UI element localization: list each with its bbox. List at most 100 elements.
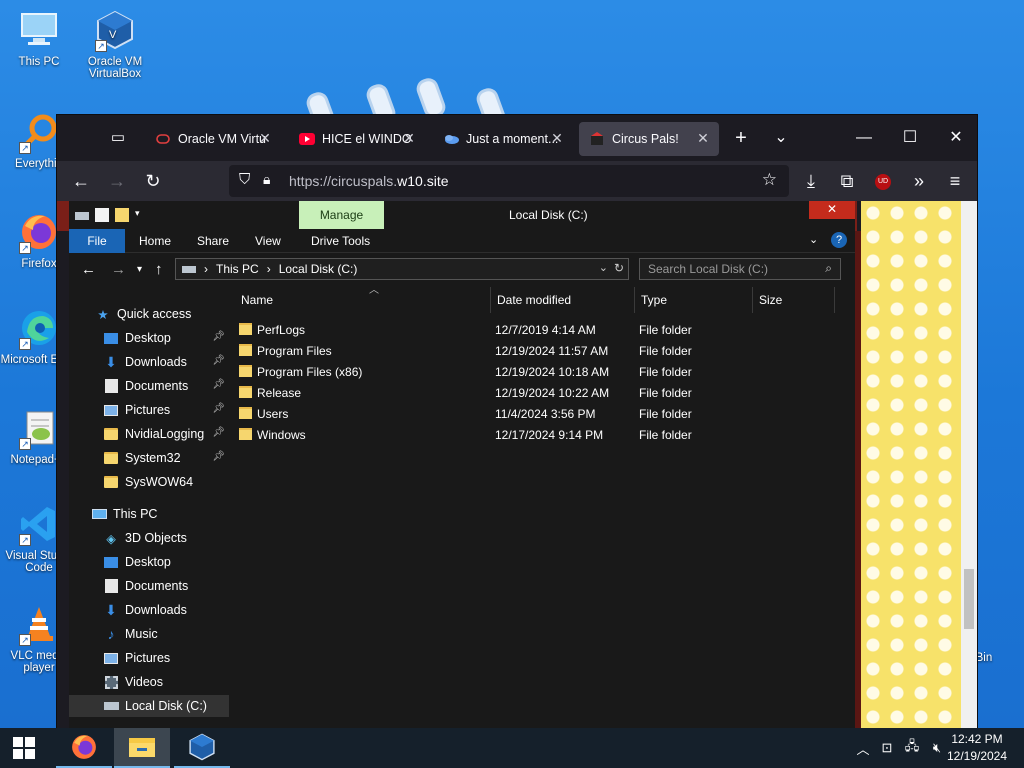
breadcrumb-this-pc[interactable]: This PC (216, 262, 259, 276)
ribbon-expand-icon[interactable]: ⌄ (809, 233, 818, 246)
forward-button[interactable]: → (103, 167, 131, 195)
breadcrumb-separator-icon[interactable]: › (267, 262, 271, 276)
breadcrumb-separator-icon[interactable]: › (204, 262, 208, 276)
ribbon-tab-file[interactable]: File (69, 229, 125, 253)
nav-item-3d-objects[interactable]: ◈ 3D Objects (69, 527, 229, 549)
tab-oracle-vm[interactable]: Oracle VM Virtu ✕ (145, 122, 281, 156)
nav-item-downloads[interactable]: ⬇ Downloads 📌︎ (69, 351, 229, 373)
svg-text:V: V (109, 29, 117, 41)
address-bar[interactable]: › This PC › Local Disk (C:) ⌄ ↻ (175, 258, 629, 280)
ribbon-tab-share[interactable]: Share (187, 229, 239, 253)
tab-close-icon[interactable]: ✕ (401, 130, 417, 146)
desktop-icon-this-pc[interactable]: This PC (0, 8, 78, 68)
taskbar-clock[interactable]: 12:42 PM 12/19/2024 (942, 731, 1012, 765)
maximize-button[interactable]: ☐ (887, 123, 933, 153)
new-tab-button[interactable]: + (727, 124, 755, 152)
extensions-button[interactable]: ⧉ (833, 167, 861, 195)
shortcut-arrow-icon: ↗ (19, 438, 31, 450)
ribbon-tab-drive-tools[interactable]: Drive Tools (301, 229, 380, 253)
url-bar[interactable]: ⛉ 🔒︎ https://circuspals.w10.site ☆ (229, 165, 789, 197)
page-scrollbar[interactable] (961, 201, 977, 729)
tray-security[interactable]: ⊡ (876, 728, 898, 768)
nav-item-documents[interactable]: Documents 📌︎ (69, 375, 229, 397)
column-header-date[interactable]: Date modified (491, 287, 635, 313)
file-row[interactable]: Windows 12/17/2024 9:14 PM File folder (235, 424, 835, 445)
ublock-button[interactable]: UD (869, 167, 897, 195)
close-window-button[interactable]: ✕ (933, 123, 979, 153)
taskbar-firefox[interactable] (56, 728, 112, 768)
show-hidden-icons-button[interactable]: ︿ (852, 728, 874, 768)
address-dropdown-icon[interactable]: ⌄ (599, 261, 608, 274)
recent-locations-icon[interactable]: ▾ (137, 264, 142, 275)
file-type: File folder (639, 365, 692, 379)
breadcrumb-local-disk[interactable]: Local Disk (C:) (279, 262, 358, 276)
minimize-button[interactable]: — (841, 123, 887, 153)
file-row[interactable]: Release 12/19/2024 10:22 AM File folder (235, 382, 835, 403)
more-tools-button[interactable]: » (905, 167, 933, 195)
explorer-forward-icon[interactable]: → (111, 261, 126, 278)
explorer-close-button[interactable]: ✕ (809, 201, 855, 219)
file-row[interactable]: Program Files 12/19/2024 11:57 AM File f… (235, 340, 835, 361)
taskbar-file-explorer[interactable] (114, 728, 170, 768)
tab-close-icon[interactable]: ✕ (257, 130, 273, 146)
nav-item-local-disk[interactable]: Local Disk (C:) (69, 695, 229, 717)
nav-item-system32[interactable]: System32 📌︎ (69, 447, 229, 469)
shield-icon[interactable]: ⛉ (239, 171, 250, 188)
nav-item-pc-desktop[interactable]: Desktop (69, 551, 229, 573)
manage-contextual-tab[interactable]: Manage (299, 201, 384, 229)
pictures-icon (103, 650, 119, 666)
desktop-icon-virtualbox[interactable]: V ↗ Oracle VM VirtualBox (76, 8, 154, 80)
url-text[interactable]: https://circuspals.w10.site (289, 173, 449, 189)
taskbar-virtualbox[interactable] (174, 728, 230, 768)
nav-item-pc-downloads[interactable]: ⬇ Downloads (69, 599, 229, 621)
column-header-name[interactable]: Name (235, 287, 491, 313)
folder-icon (103, 474, 119, 490)
qat-dropdown-icon[interactable]: ▾ (135, 208, 143, 222)
nav-item-nvidialogging[interactable]: NvidiaLogging 📌︎ (69, 423, 229, 445)
back-button[interactable]: ← (67, 167, 95, 195)
file-date: 12/19/2024 10:18 AM (495, 365, 610, 379)
file-row[interactable]: PerfLogs 12/7/2019 4:14 AM File folder (235, 319, 835, 340)
nav-item-music[interactable]: ♪ Music (69, 623, 229, 645)
column-header-type[interactable]: Type (635, 287, 753, 313)
nav-quick-access[interactable]: ★ Quick access (69, 303, 229, 325)
nav-item-pc-documents[interactable]: Documents (69, 575, 229, 597)
start-button[interactable] (0, 728, 48, 768)
reload-button[interactable]: ↻ (139, 167, 167, 195)
nav-this-pc[interactable]: This PC (69, 503, 229, 525)
nav-item-pc-pictures[interactable]: Pictures (69, 647, 229, 669)
plus-icon: + (735, 127, 747, 149)
ribbon-tab-home[interactable]: Home (129, 229, 181, 253)
properties-icon[interactable] (95, 208, 109, 222)
tray-network[interactable]: 🖧︎ (900, 728, 924, 768)
column-header-size[interactable]: Size (753, 287, 835, 313)
scrollbar-thumb[interactable] (964, 569, 974, 629)
vlc-icon: ↗ (17, 602, 61, 646)
help-icon[interactable]: ? (831, 232, 847, 248)
search-input[interactable]: Search Local Disk (C:) ⌕ (639, 258, 841, 280)
app-menu-button[interactable]: ≡ (941, 167, 969, 195)
tab-close-icon[interactable]: ✕ (549, 130, 565, 146)
list-all-tabs-button[interactable]: ⌄ (767, 124, 795, 152)
bookmark-star-icon[interactable]: ☆ (762, 170, 777, 190)
refresh-icon[interactable]: ↻ (614, 261, 624, 275)
nav-item-pictures[interactable]: Pictures 📌︎ (69, 399, 229, 421)
nav-item-syswow64[interactable]: SysWOW64 (69, 471, 229, 493)
tab-close-icon[interactable]: ✕ (695, 130, 711, 146)
explorer-back-icon[interactable]: ← (81, 261, 96, 278)
file-type: File folder (639, 323, 692, 337)
file-row[interactable]: Users 11/4/2024 3:56 PM File folder (235, 403, 835, 424)
tab-circus-pals[interactable]: Circus Pals! ✕ (579, 122, 719, 156)
nav-item-desktop[interactable]: Desktop 📌︎ (69, 327, 229, 349)
new-folder-icon[interactable] (115, 208, 129, 222)
tab-youtube[interactable]: HICE el WINDO ✕ (289, 122, 425, 156)
file-row[interactable]: Program Files (x86) 12/19/2024 10:18 AM … (235, 361, 835, 382)
lock-icon[interactable]: 🔒︎ (263, 171, 270, 188)
star-pattern-background (861, 201, 961, 729)
tab-just-a-moment[interactable]: Just a moment... ✕ (433, 122, 573, 156)
ribbon-tab-view[interactable]: View (245, 229, 291, 253)
nav-item-videos[interactable]: Videos (69, 671, 229, 693)
firefox-view-button[interactable]: ▭ (104, 124, 132, 152)
up-arrow-icon[interactable]: ↑ (155, 261, 163, 278)
downloads-button[interactable]: ⤓ (797, 167, 825, 195)
